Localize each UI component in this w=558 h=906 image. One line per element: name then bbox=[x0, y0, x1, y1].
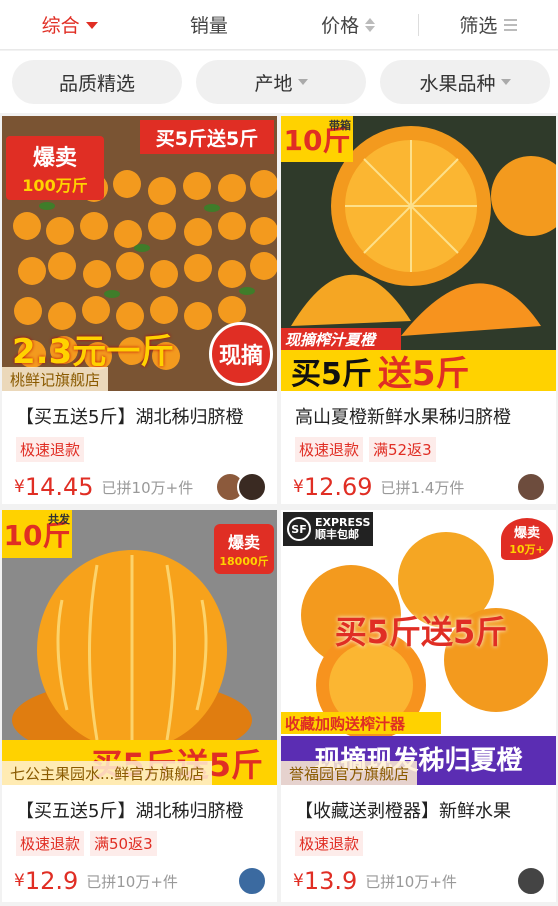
sort-bar: 综合 销量 价格 筛选 bbox=[0, 0, 558, 50]
filter-button[interactable]: 筛选 bbox=[419, 0, 558, 50]
sold-count: 已拼1.4万件 bbox=[380, 478, 465, 497]
currency-symbol: ¥ bbox=[293, 871, 304, 891]
product-card-1[interactable]: 买5斤送5斤 爆卖 100万斤 2.3元一斤 现摘 桃鲜记旗舰店 【买五送5斤】… bbox=[2, 116, 277, 504]
promo-headline: 买5斤送5斤 bbox=[334, 613, 508, 651]
badge-text: 爆卖 bbox=[513, 525, 540, 541]
chip-quality[interactable]: 品质精选 bbox=[12, 60, 182, 104]
product-title: 【买五送5斤】湖北秭归脐橙 bbox=[16, 801, 244, 822]
product-image[interactable]: 10斤 共发 爆卖 18000斤 买5斤送5斤 七公主果园水...鲜官方旗舰店 bbox=[2, 510, 277, 785]
badge-subtext: 18000斤 bbox=[219, 555, 269, 568]
sort-updown-icon bbox=[365, 17, 376, 32]
tag-refund: 极速退款 bbox=[295, 436, 364, 462]
hot-sale-badge: 爆卖 100万斤 bbox=[6, 136, 104, 200]
currency-symbol: ¥ bbox=[14, 871, 25, 891]
currency-symbol: ¥ bbox=[14, 477, 25, 497]
sort-tab-price[interactable]: 价格 bbox=[279, 0, 418, 50]
sort-tab-label: 综合 bbox=[41, 15, 80, 37]
weight-badge-note: 共发 bbox=[48, 513, 70, 526]
tag-row: 极速退款 bbox=[281, 825, 556, 859]
express-badge: SF EXPRESS 顺丰包邮 bbox=[283, 512, 373, 546]
tag-row: 极速退款 满52返3 bbox=[281, 431, 556, 465]
badge-text: 爆卖 bbox=[32, 146, 77, 171]
price-row: ¥ 14.45 已拼10万+件 bbox=[2, 465, 277, 504]
promo-banner: 买5斤 送5斤 bbox=[281, 350, 556, 391]
currency-symbol: ¥ bbox=[293, 477, 304, 497]
chip-label: 品质精选 bbox=[58, 72, 135, 95]
tag-cashback: 满50返3 bbox=[90, 830, 157, 856]
sold-count: 已拼10万+件 bbox=[101, 478, 194, 497]
product-card-2[interactable]: 10斤 带箱 现摘榨汁夏橙 买5斤 送5斤 高山夏橙新鲜水果秭归脐橙 极速退款 … bbox=[281, 116, 556, 504]
chip-label: 产地 bbox=[254, 72, 293, 95]
product-price: 12.69 bbox=[303, 473, 373, 501]
weight-badge-note: 带箱 bbox=[329, 119, 351, 132]
price-row: ¥ 12.69 已拼1.4万件 bbox=[281, 465, 556, 504]
product-card-3[interactable]: 10斤 共发 爆卖 18000斤 买5斤送5斤 七公主果园水...鲜官方旗舰店 … bbox=[2, 510, 277, 902]
sold-count: 已拼10万+件 bbox=[365, 872, 457, 891]
weight-badge: 10斤 带箱 bbox=[281, 116, 353, 162]
badge-subtext: 10万+ bbox=[509, 542, 545, 556]
sort-tab-comprehensive[interactable]: 综合 bbox=[0, 0, 139, 50]
tag-row: 极速退款 满50返3 bbox=[2, 825, 277, 859]
price-row: ¥ 12.9 已拼10万+件 bbox=[2, 859, 277, 902]
express-cn: 顺丰包邮 bbox=[315, 528, 359, 541]
avatar bbox=[237, 866, 267, 896]
price-slogan: 2.3元一斤 bbox=[12, 331, 175, 372]
promo-banner: 买5斤送5斤 bbox=[140, 120, 274, 154]
chevron-down-icon bbox=[500, 79, 511, 85]
tag-cashback: 满52返3 bbox=[369, 436, 436, 462]
badge-text: 爆卖 bbox=[227, 533, 260, 552]
product-price: 14.45 bbox=[24, 473, 94, 501]
shop-name: 桃鲜记旗舰店 bbox=[2, 367, 109, 391]
promo-text-b: 送5斤 bbox=[377, 354, 470, 391]
product-image[interactable]: 买5斤送5斤 爆卖 100万斤 2.3元一斤 现摘 桃鲜记旗舰店 bbox=[2, 116, 277, 391]
sold-count: 已拼10万+件 bbox=[86, 872, 178, 891]
product-title: 高山夏橙新鲜水果秭归脐橙 bbox=[295, 407, 511, 428]
product-price: 13.9 bbox=[303, 867, 358, 895]
fresh-picked-stamp: 现摘 bbox=[209, 322, 273, 386]
product-image[interactable]: SF EXPRESS 顺丰包邮 爆卖 10万+ 买5斤送5斤 收藏加购送榨汁器 … bbox=[281, 510, 556, 785]
product-title: 【买五送5斤】湖北秭归脐橙 bbox=[16, 407, 244, 428]
hot-sale-badge: 爆卖 10万+ bbox=[501, 518, 553, 560]
shop-name: 誉福园官方旗舰店 bbox=[281, 761, 418, 785]
shop-name: 七公主果园水...鲜官方旗舰店 bbox=[2, 761, 213, 785]
sort-tab-sales[interactable]: 销量 bbox=[139, 0, 278, 50]
product-card-4[interactable]: SF EXPRESS 顺丰包邮 爆卖 10万+ 买5斤送5斤 收藏加购送榨汁器 … bbox=[281, 510, 556, 902]
tag-row: 极速退款 bbox=[2, 431, 277, 465]
sf-logo-icon: SF bbox=[287, 517, 311, 541]
avatar bbox=[237, 472, 267, 502]
weight-badge: 10斤 共发 bbox=[2, 510, 72, 558]
badge-subtext: 100万斤 bbox=[22, 176, 88, 195]
filter-label: 筛选 bbox=[459, 15, 498, 37]
chip-origin[interactable]: 产地 bbox=[196, 60, 366, 104]
hot-sale-badge: 爆卖 18000斤 bbox=[214, 524, 274, 574]
ribbon-label: 收藏加购送榨汁器 bbox=[281, 712, 441, 734]
avatar bbox=[516, 866, 546, 896]
product-image[interactable]: 10斤 带箱 现摘榨汁夏橙 买5斤 送5斤 bbox=[281, 116, 556, 391]
sort-tab-label: 销量 bbox=[189, 15, 228, 37]
chip-variety[interactable]: 水果品种 bbox=[380, 60, 550, 104]
filter-lines-icon bbox=[504, 18, 518, 31]
tag-refund: 极速退款 bbox=[295, 830, 364, 856]
sort-tab-label: 价格 bbox=[321, 15, 360, 37]
price-row: ¥ 13.9 已拼10万+件 bbox=[281, 859, 556, 902]
tag-refund: 极速退款 bbox=[16, 436, 85, 462]
product-price: 12.9 bbox=[24, 867, 79, 895]
avatar bbox=[516, 472, 546, 502]
tag-refund: 极速退款 bbox=[16, 830, 85, 856]
filter-chips: 品质精选 产地 水果品种 bbox=[0, 51, 558, 113]
product-title: 【收藏送剥橙器】新鲜水果 bbox=[295, 801, 511, 822]
caret-down-icon bbox=[85, 22, 98, 29]
chevron-down-icon bbox=[297, 79, 308, 85]
promo-text-a: 买5斤 bbox=[291, 356, 372, 392]
chip-label: 水果品种 bbox=[419, 72, 496, 95]
